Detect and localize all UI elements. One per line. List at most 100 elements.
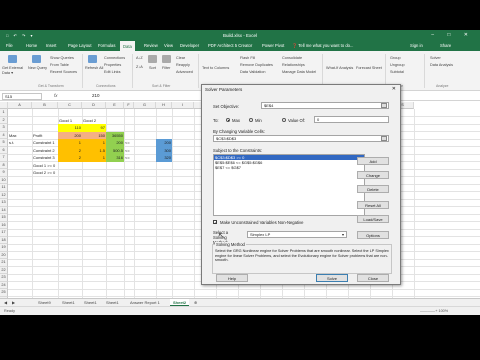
group-button[interactable]: Group: [390, 56, 401, 60]
cell-a5[interactable]: s.t.: [8, 139, 32, 147]
min-radio[interactable]: [249, 118, 253, 122]
forecast-sheet-button[interactable]: Forecast Sheet: [356, 66, 382, 70]
cell-b4[interactable]: Profit: [32, 132, 58, 140]
row-header[interactable]: 17: [0, 229, 8, 237]
row-header[interactable]: 25: [0, 289, 8, 297]
sheet-tab[interactable]: Sheet9: [38, 300, 51, 305]
edit-links-button[interactable]: Edit Links: [104, 70, 120, 74]
tab-power-pivot[interactable]: Power Pivot: [262, 43, 284, 48]
name-box[interactable]: S15: [2, 93, 42, 100]
solve-button[interactable]: Solve: [316, 274, 348, 282]
help-button[interactable]: Help: [216, 274, 248, 282]
prev-sheet-icon[interactable]: ◀: [4, 300, 7, 305]
row-header[interactable]: 3: [0, 124, 8, 132]
max-radio[interactable]: [226, 118, 230, 122]
refresh-all-button[interactable]: Refresh All: [85, 66, 103, 70]
row-header[interactable]: 13: [0, 199, 8, 207]
cell-h7[interactable]: 320: [156, 154, 172, 162]
cell-c6[interactable]: 2: [58, 146, 82, 154]
cell-d2[interactable]: Good 2: [82, 117, 106, 125]
relationships-button[interactable]: Relationships: [282, 63, 305, 67]
column-header[interactable]: F: [124, 102, 134, 109]
delete-button[interactable]: Delete: [357, 185, 389, 193]
sheet-tab[interactable]: Answer Report 1: [130, 300, 160, 305]
cell-d7[interactable]: 1: [82, 154, 106, 162]
cell-empty[interactable]: [134, 139, 156, 147]
row-header[interactable]: 15: [0, 214, 8, 222]
changing-cells-input[interactable]: $C$3:$D$3: [213, 135, 389, 142]
select-all-corner[interactable]: [0, 102, 8, 109]
cell-h6[interactable]: 300: [156, 146, 172, 154]
tab-insert[interactable]: Insert: [46, 43, 56, 48]
cell-c4[interactable]: 200: [58, 131, 82, 139]
column-header[interactable]: C: [58, 102, 82, 109]
solving-method-select[interactable]: Simplex LP ▾: [247, 231, 347, 238]
collapse-ref-icon[interactable]: [381, 136, 387, 141]
row-header[interactable]: 24: [0, 281, 8, 289]
column-header[interactable]: E: [106, 102, 124, 109]
cell-b7[interactable]: Constraint 3: [32, 154, 58, 162]
flash-fill-button[interactable]: Flash Fill: [240, 56, 255, 60]
tell-me-search[interactable]: ❓ Tell me what you want to do...: [292, 43, 353, 49]
subtotal-button[interactable]: Subtotal: [390, 70, 404, 74]
row-header[interactable]: 6: [0, 146, 8, 154]
row-header[interactable]: 21: [0, 259, 8, 267]
cell-c7[interactable]: 2: [58, 154, 82, 162]
row-header[interactable]: 23: [0, 274, 8, 282]
share-button[interactable]: Share: [440, 43, 451, 48]
tab-file[interactable]: File: [6, 43, 13, 48]
row-header[interactable]: 8: [0, 161, 8, 169]
cell-c2[interactable]: Good 1: [58, 117, 82, 125]
value-of-input[interactable]: 0: [314, 116, 389, 123]
cell-f7[interactable]: <=: [124, 154, 134, 162]
load-save-button[interactable]: Load/Save: [357, 215, 389, 223]
row-header[interactable]: 5: [0, 139, 8, 147]
cell-f5[interactable]: <=: [124, 139, 134, 147]
advanced-button[interactable]: Advanced: [176, 70, 193, 74]
reapply-button[interactable]: Reapply: [176, 63, 190, 67]
formula-input[interactable]: 210: [92, 93, 100, 98]
row-header[interactable]: 10: [0, 176, 8, 184]
cell-b6[interactable]: Constraint 2: [32, 147, 58, 155]
ungroup-button[interactable]: Ungroup: [390, 63, 405, 67]
filter-button[interactable]: Filter: [162, 66, 170, 70]
tab-data[interactable]: Data: [120, 41, 135, 51]
constraint-item[interactable]: $E$7 <= $G$7: [214, 165, 364, 170]
manage-data-model-button[interactable]: Manage Data Model: [282, 70, 316, 74]
cell-b8[interactable]: Good 1 >= 0: [32, 162, 58, 170]
tab-pdf-architect[interactable]: PDF Architect 5 Creator: [208, 43, 252, 48]
data-analysis-button[interactable]: Data Analysis: [430, 63, 453, 67]
data-validation-button[interactable]: Data Validation: [240, 70, 265, 74]
reset-all-button[interactable]: Reset All: [357, 201, 389, 209]
fx-icon[interactable]: fx: [54, 93, 58, 98]
cell-empty[interactable]: [134, 147, 156, 155]
close-button[interactable]: Close: [357, 274, 389, 282]
cell-e7[interactable]: 316: [106, 154, 124, 162]
cell-a4[interactable]: Max: [8, 132, 32, 140]
row-header[interactable]: 20: [0, 251, 8, 259]
new-query-button[interactable]: New Query: [28, 66, 47, 70]
zoom-slider[interactable]: ————+ 100%: [420, 309, 448, 313]
constraints-list[interactable]: $C$3:$D$3 >= 0 $E$5:$E$6 <= $G$5:$G$6 $E…: [213, 154, 365, 216]
get-external-data-button[interactable]: Get External Data ▾: [2, 66, 24, 75]
cell-e5[interactable]: 200: [106, 139, 124, 147]
window-controls[interactable]: – □ ✕: [431, 32, 474, 38]
sort-button[interactable]: Sort: [149, 66, 156, 70]
sheet-tab[interactable]: Sheet1: [106, 300, 119, 305]
change-button[interactable]: Change: [357, 171, 389, 179]
cell-f6[interactable]: <=: [124, 147, 134, 155]
row-header[interactable]: 1: [0, 109, 8, 117]
sheet-tab[interactable]: Sheet1: [84, 300, 97, 305]
tab-view[interactable]: View: [164, 43, 173, 48]
column-header[interactable]: I: [172, 102, 194, 109]
from-table-button[interactable]: From Table: [50, 63, 69, 67]
clear-button[interactable]: Clear: [176, 56, 185, 60]
tab-page-layout[interactable]: Page Layout: [68, 43, 92, 48]
value-of-radio[interactable]: [282, 118, 286, 122]
close-icon[interactable]: ✕: [392, 86, 396, 92]
next-sheet-icon[interactable]: ▶: [12, 300, 15, 305]
sheet-tab[interactable]: Sheet1: [62, 300, 75, 305]
row-header[interactable]: 9: [0, 169, 8, 177]
collapse-ref-icon[interactable]: [381, 103, 387, 108]
cell-empty[interactable]: [134, 154, 156, 162]
